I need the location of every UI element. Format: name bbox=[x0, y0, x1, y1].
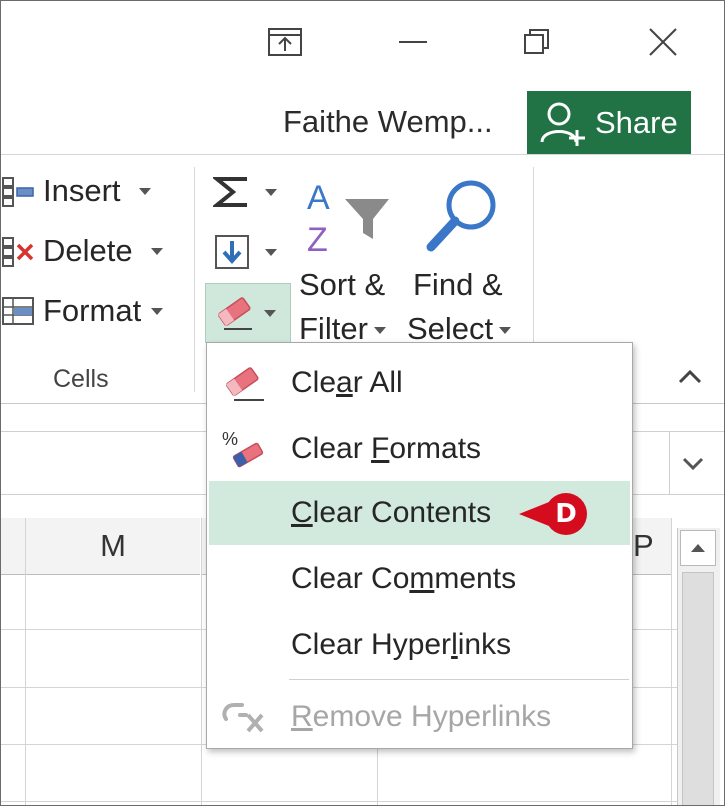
menu-item-label: Clear Contents bbox=[291, 496, 492, 529]
menu-item-label: Clear Hyperlinks bbox=[291, 628, 512, 661]
insert-cells-icon bbox=[2, 177, 34, 207]
svg-text:%: % bbox=[222, 429, 238, 449]
insert-cells-button[interactable]: Insert bbox=[1, 173, 151, 209]
fill-dropdown-caret bbox=[265, 248, 277, 256]
column-header[interactable] bbox=[1, 518, 25, 575]
fill-button[interactable] bbox=[213, 233, 277, 271]
autosum-button[interactable] bbox=[213, 173, 277, 211]
menu-item-label: Clear Formats bbox=[291, 432, 482, 465]
menu-item-remove-hyperlinks: Remove Hyperlinks bbox=[209, 685, 630, 749]
format-dropdown-caret bbox=[151, 307, 164, 315]
add-person-icon bbox=[540, 102, 585, 146]
svg-text:Z: Z bbox=[307, 221, 328, 255]
percent-eraser-icon: % bbox=[219, 429, 269, 469]
collapse-ribbon-button[interactable] bbox=[677, 367, 703, 390]
minimize-icon bbox=[399, 41, 427, 43]
menu-item-clear-formats[interactable]: % Clear Formats bbox=[209, 417, 630, 481]
sort-az-filter-icon: A Z bbox=[307, 179, 389, 255]
step-callout: D bbox=[519, 493, 587, 535]
minimize-button[interactable] bbox=[387, 19, 439, 65]
menu-item-label: Clear Comments bbox=[291, 562, 517, 595]
magnifier-icon bbox=[426, 180, 496, 252]
menu-separator bbox=[289, 679, 629, 680]
grid-line bbox=[25, 518, 26, 805]
format-label: Format bbox=[43, 293, 142, 328]
delete-cells-icon bbox=[2, 237, 34, 267]
eraser-icon bbox=[219, 363, 269, 403]
restore-icon bbox=[524, 29, 549, 54]
menu-item-clear-comments[interactable]: Clear Comments bbox=[209, 547, 630, 611]
column-header-m[interactable]: M bbox=[26, 518, 200, 575]
close-window-button[interactable] bbox=[637, 19, 689, 65]
group-separator bbox=[194, 167, 195, 392]
find-select-button[interactable]: Find & Select bbox=[407, 171, 517, 371]
grid-line bbox=[1, 801, 677, 802]
svg-text:A: A bbox=[307, 179, 330, 217]
menu-item-clear-all[interactable]: Clear All bbox=[209, 351, 630, 415]
expand-formula-bar-button[interactable] bbox=[673, 450, 713, 478]
delete-label: Delete bbox=[43, 233, 133, 268]
column-header-p[interactable]: P bbox=[633, 518, 671, 575]
popout-icon bbox=[268, 28, 302, 56]
delete-dropdown-caret bbox=[150, 247, 163, 255]
clear-dropdown-menu: Clear All % Clear Formats Clear Contents… bbox=[206, 342, 633, 749]
format-cells-button[interactable]: Format bbox=[1, 293, 164, 329]
share-button[interactable]: Share bbox=[527, 91, 691, 155]
restore-button[interactable] bbox=[511, 19, 563, 65]
delete-cells-button[interactable]: Delete bbox=[1, 233, 163, 269]
excel-window: Faithe Wemp... Share Insert Delete Forma… bbox=[0, 0, 725, 806]
sort-filter-label-1: Sort & bbox=[299, 267, 386, 302]
broken-link-icon bbox=[219, 697, 269, 737]
chevron-down-icon bbox=[682, 457, 704, 471]
fill-icon bbox=[215, 235, 249, 269]
menu-item-label: Clear All bbox=[291, 366, 403, 399]
account-name[interactable]: Faithe Wemp... bbox=[283, 104, 493, 140]
formula-bar-divider bbox=[669, 432, 670, 494]
callout-badge: D bbox=[545, 493, 587, 535]
insert-label: Insert bbox=[43, 173, 121, 208]
clear-button[interactable] bbox=[205, 283, 291, 343]
scroll-thumb[interactable] bbox=[682, 572, 714, 805]
vertical-scrollbar[interactable] bbox=[677, 528, 720, 805]
cells-group-label: Cells bbox=[53, 365, 109, 393]
share-label: Share bbox=[595, 105, 678, 140]
menu-item-label: Remove Hyperlinks bbox=[291, 700, 552, 733]
chevron-up-icon bbox=[678, 369, 702, 384]
autosum-icon bbox=[213, 177, 247, 207]
grid-line bbox=[201, 518, 202, 805]
eraser-icon bbox=[217, 297, 252, 330]
close-icon bbox=[649, 28, 677, 56]
scroll-up-arrow-icon bbox=[691, 544, 705, 552]
menu-item-clear-hyperlinks[interactable]: Clear Hyperlinks bbox=[209, 613, 630, 677]
format-cells-icon bbox=[2, 297, 34, 325]
find-select-label-1: Find & bbox=[413, 267, 503, 302]
sort-filter-button[interactable]: A Z Sort & Filter bbox=[297, 171, 397, 371]
insert-dropdown-caret bbox=[138, 187, 151, 195]
ribbon-display-options-button[interactable] bbox=[259, 19, 311, 65]
scroll-up-button[interactable] bbox=[680, 530, 716, 566]
autosum-dropdown-caret bbox=[265, 188, 277, 196]
grid-line bbox=[671, 518, 672, 805]
clear-dropdown-caret bbox=[264, 309, 276, 317]
